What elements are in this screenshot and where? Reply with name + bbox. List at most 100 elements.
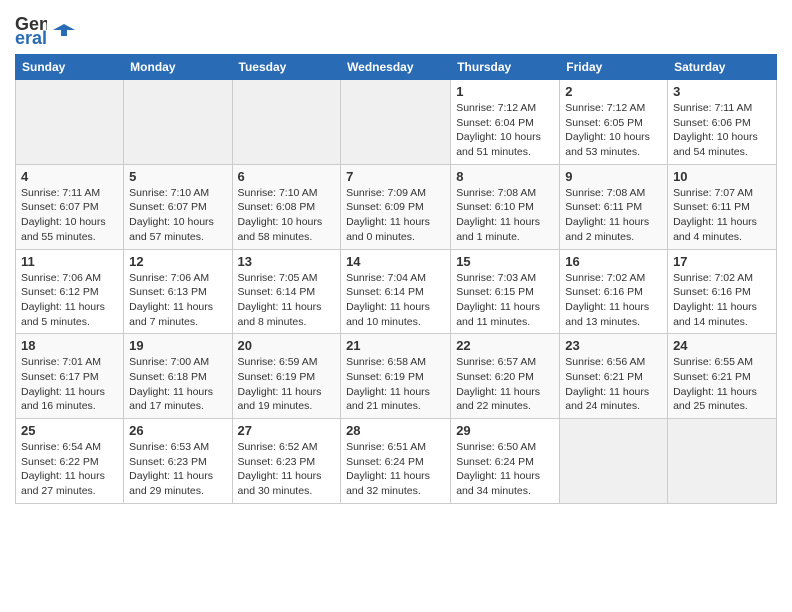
day-number: 17 bbox=[673, 254, 771, 269]
calendar-week-5: 25 Sunrise: 6:54 AM Sunset: 6:22 PM Dayli… bbox=[16, 419, 777, 504]
calendar-week-1: 1 Sunrise: 7:12 AM Sunset: 6:04 PM Daylig… bbox=[16, 80, 777, 165]
calendar-cell: 10 Sunrise: 7:07 AM Sunset: 6:11 PM Dayli… bbox=[668, 164, 777, 249]
day-info: Sunrise: 7:11 AM Sunset: 6:06 PM Dayligh… bbox=[673, 101, 771, 160]
calendar-cell: 12 Sunrise: 7:06 AM Sunset: 6:13 PM Dayli… bbox=[124, 249, 232, 334]
calendar-cell bbox=[232, 80, 341, 165]
day-number: 29 bbox=[456, 423, 554, 438]
column-header-saturday: Saturday bbox=[668, 55, 777, 80]
day-number: 23 bbox=[565, 338, 662, 353]
calendar-page: Gen eral SundayMondayTuesdayWednesdayThu… bbox=[0, 0, 792, 514]
calendar-cell bbox=[341, 80, 451, 165]
calendar-cell: 18Sunrise: 7:01 AM Sunset: 6:17 PM Dayli… bbox=[16, 334, 124, 419]
day-info: Sunrise: 7:05 AM Sunset: 6:14 PM Dayligh… bbox=[238, 271, 336, 330]
calendar-week-4: 18Sunrise: 7:01 AM Sunset: 6:17 PM Dayli… bbox=[16, 334, 777, 419]
day-info: Sunrise: 6:54 AM Sunset: 6:22 PM Dayligh… bbox=[21, 440, 118, 499]
day-number: 5 bbox=[129, 169, 226, 184]
day-number: 2 bbox=[565, 84, 662, 99]
calendar-header-row: SundayMondayTuesdayWednesdayThursdayFrid… bbox=[16, 55, 777, 80]
day-info: Sunrise: 7:06 AM Sunset: 6:13 PM Dayligh… bbox=[129, 271, 226, 330]
column-header-wednesday: Wednesday bbox=[341, 55, 451, 80]
day-info: Sunrise: 6:52 AM Sunset: 6:23 PM Dayligh… bbox=[238, 440, 336, 499]
day-number: 6 bbox=[238, 169, 336, 184]
day-number: 21 bbox=[346, 338, 445, 353]
day-number: 24 bbox=[673, 338, 771, 353]
calendar-body: 1 Sunrise: 7:12 AM Sunset: 6:04 PM Daylig… bbox=[16, 80, 777, 504]
logo-icon: Gen eral bbox=[15, 10, 47, 46]
calendar-cell: 11 Sunrise: 7:06 AM Sunset: 6:12 PM Dayli… bbox=[16, 249, 124, 334]
day-number: 11 bbox=[21, 254, 118, 269]
day-info: Sunrise: 6:59 AM Sunset: 6:19 PM Dayligh… bbox=[238, 355, 336, 414]
day-number: 3 bbox=[673, 84, 771, 99]
calendar-cell: 20 Sunrise: 6:59 AM Sunset: 6:19 PM Dayli… bbox=[232, 334, 341, 419]
day-number: 1 bbox=[456, 84, 554, 99]
day-info: Sunrise: 6:50 AM Sunset: 6:24 PM Dayligh… bbox=[456, 440, 554, 499]
day-info: Sunrise: 6:58 AM Sunset: 6:19 PM Dayligh… bbox=[346, 355, 445, 414]
calendar-cell: 28Sunrise: 6:51 AM Sunset: 6:24 PM Dayli… bbox=[341, 419, 451, 504]
day-number: 20 bbox=[238, 338, 336, 353]
day-info: Sunrise: 7:02 AM Sunset: 6:16 PM Dayligh… bbox=[565, 271, 662, 330]
calendar-cell bbox=[668, 419, 777, 504]
column-header-monday: Monday bbox=[124, 55, 232, 80]
day-info: Sunrise: 7:10 AM Sunset: 6:07 PM Dayligh… bbox=[129, 186, 226, 245]
day-info: Sunrise: 7:10 AM Sunset: 6:08 PM Dayligh… bbox=[238, 186, 336, 245]
header: Gen eral bbox=[15, 10, 777, 46]
column-header-tuesday: Tuesday bbox=[232, 55, 341, 80]
day-number: 22 bbox=[456, 338, 554, 353]
day-info: Sunrise: 7:01 AM Sunset: 6:17 PM Dayligh… bbox=[21, 355, 118, 414]
day-info: Sunrise: 7:08 AM Sunset: 6:11 PM Dayligh… bbox=[565, 186, 662, 245]
calendar-week-3: 11 Sunrise: 7:06 AM Sunset: 6:12 PM Dayli… bbox=[16, 249, 777, 334]
calendar-cell: 27 Sunrise: 6:52 AM Sunset: 6:23 PM Dayli… bbox=[232, 419, 341, 504]
calendar-cell: 23 Sunrise: 6:56 AM Sunset: 6:21 PM Dayli… bbox=[560, 334, 668, 419]
day-number: 26 bbox=[129, 423, 226, 438]
logo-bird-icon bbox=[53, 22, 75, 38]
day-number: 28 bbox=[346, 423, 445, 438]
calendar-cell bbox=[560, 419, 668, 504]
calendar-table: SundayMondayTuesdayWednesdayThursdayFrid… bbox=[15, 54, 777, 504]
day-info: Sunrise: 6:53 AM Sunset: 6:23 PM Dayligh… bbox=[129, 440, 226, 499]
calendar-cell: 17 Sunrise: 7:02 AM Sunset: 6:16 PM Dayli… bbox=[668, 249, 777, 334]
calendar-cell: 7 Sunrise: 7:09 AM Sunset: 6:09 PM Daylig… bbox=[341, 164, 451, 249]
calendar-cell: 24 Sunrise: 6:55 AM Sunset: 6:21 PM Dayli… bbox=[668, 334, 777, 419]
day-number: 4 bbox=[21, 169, 118, 184]
calendar-cell: 9 Sunrise: 7:08 AM Sunset: 6:11 PM Daylig… bbox=[560, 164, 668, 249]
day-info: Sunrise: 6:56 AM Sunset: 6:21 PM Dayligh… bbox=[565, 355, 662, 414]
calendar-cell: 13 Sunrise: 7:05 AM Sunset: 6:14 PM Dayli… bbox=[232, 249, 341, 334]
day-info: Sunrise: 7:00 AM Sunset: 6:18 PM Dayligh… bbox=[129, 355, 226, 414]
day-number: 27 bbox=[238, 423, 336, 438]
day-number: 12 bbox=[129, 254, 226, 269]
calendar-cell: 4Sunrise: 7:11 AM Sunset: 6:07 PM Daylig… bbox=[16, 164, 124, 249]
calendar-cell: 5 Sunrise: 7:10 AM Sunset: 6:07 PM Daylig… bbox=[124, 164, 232, 249]
day-info: Sunrise: 7:07 AM Sunset: 6:11 PM Dayligh… bbox=[673, 186, 771, 245]
calendar-cell: 2Sunrise: 7:12 AM Sunset: 6:05 PM Daylig… bbox=[560, 80, 668, 165]
day-number: 15 bbox=[456, 254, 554, 269]
day-number: 25 bbox=[21, 423, 118, 438]
calendar-cell: 6 Sunrise: 7:10 AM Sunset: 6:08 PM Daylig… bbox=[232, 164, 341, 249]
calendar-cell: 15 Sunrise: 7:03 AM Sunset: 6:15 PM Dayli… bbox=[451, 249, 560, 334]
day-info: Sunrise: 6:55 AM Sunset: 6:21 PM Dayligh… bbox=[673, 355, 771, 414]
calendar-cell: 21 Sunrise: 6:58 AM Sunset: 6:19 PM Dayli… bbox=[341, 334, 451, 419]
day-info: Sunrise: 7:03 AM Sunset: 6:15 PM Dayligh… bbox=[456, 271, 554, 330]
day-info: Sunrise: 7:04 AM Sunset: 6:14 PM Dayligh… bbox=[346, 271, 445, 330]
day-number: 10 bbox=[673, 169, 771, 184]
day-info: Sunrise: 7:06 AM Sunset: 6:12 PM Dayligh… bbox=[21, 271, 118, 330]
calendar-cell: 14Sunrise: 7:04 AM Sunset: 6:14 PM Dayli… bbox=[341, 249, 451, 334]
day-info: Sunrise: 7:09 AM Sunset: 6:09 PM Dayligh… bbox=[346, 186, 445, 245]
column-header-thursday: Thursday bbox=[451, 55, 560, 80]
calendar-cell: 1 Sunrise: 7:12 AM Sunset: 6:04 PM Daylig… bbox=[451, 80, 560, 165]
day-info: Sunrise: 6:57 AM Sunset: 6:20 PM Dayligh… bbox=[456, 355, 554, 414]
calendar-week-2: 4Sunrise: 7:11 AM Sunset: 6:07 PM Daylig… bbox=[16, 164, 777, 249]
calendar-cell: 22 Sunrise: 6:57 AM Sunset: 6:20 PM Dayli… bbox=[451, 334, 560, 419]
day-number: 13 bbox=[238, 254, 336, 269]
calendar-cell: 8Sunrise: 7:08 AM Sunset: 6:10 PM Daylig… bbox=[451, 164, 560, 249]
day-info: Sunrise: 7:12 AM Sunset: 6:04 PM Dayligh… bbox=[456, 101, 554, 160]
day-info: Sunrise: 7:02 AM Sunset: 6:16 PM Dayligh… bbox=[673, 271, 771, 330]
day-number: 9 bbox=[565, 169, 662, 184]
calendar-cell: 3 Sunrise: 7:11 AM Sunset: 6:06 PM Daylig… bbox=[668, 80, 777, 165]
day-info: Sunrise: 7:08 AM Sunset: 6:10 PM Dayligh… bbox=[456, 186, 554, 245]
day-number: 16 bbox=[565, 254, 662, 269]
calendar-cell: 25 Sunrise: 6:54 AM Sunset: 6:22 PM Dayli… bbox=[16, 419, 124, 504]
logo: Gen eral bbox=[15, 10, 75, 46]
calendar-cell: 26 Sunrise: 6:53 AM Sunset: 6:23 PM Dayli… bbox=[124, 419, 232, 504]
calendar-cell: 16 Sunrise: 7:02 AM Sunset: 6:16 PM Dayli… bbox=[560, 249, 668, 334]
day-number: 7 bbox=[346, 169, 445, 184]
